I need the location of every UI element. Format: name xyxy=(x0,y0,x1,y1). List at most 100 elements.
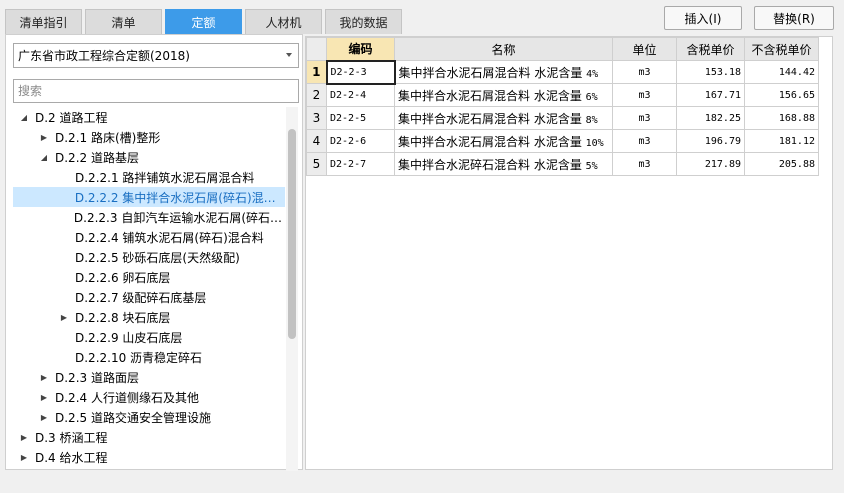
tab-labor-material-machine[interactable]: 人材机 xyxy=(245,9,322,34)
cell-code[interactable]: D2-2-6 xyxy=(326,129,395,153)
tree-node-label: D.2.2.10 沥青稳定碎石 xyxy=(75,350,203,365)
tree-node-label: D.2.3 道路面层 xyxy=(55,370,139,385)
column-header-price-notax[interactable]: 不含税单价 xyxy=(744,37,819,61)
tree-node[interactable]: D.2.2.6 卵石底层 xyxy=(13,267,285,287)
collapsed-arrow-icon[interactable]: ▶ xyxy=(39,372,49,382)
cell-price-tax[interactable]: 196.79 xyxy=(676,129,745,153)
collapsed-arrow-icon[interactable]: ▶ xyxy=(39,392,49,402)
tree-node[interactable]: ▶ D.2.3 道路面层 xyxy=(13,367,285,387)
tab-my-data[interactable]: 我的数据 xyxy=(325,9,402,34)
tab-quota[interactable]: 定额 xyxy=(165,9,242,34)
cell-price-notax[interactable]: 205.88 xyxy=(744,152,819,176)
cell-name-content: 5% xyxy=(585,160,598,172)
chevron-down-icon[interactable] xyxy=(286,53,292,57)
tab-bill[interactable]: 清单 xyxy=(85,9,162,34)
cell-price-notax[interactable]: 144.42 xyxy=(744,60,819,84)
cell-name-text: 集中拌合水泥石屑混合料 水泥含量 xyxy=(398,88,586,103)
cell-price-tax[interactable]: 153.18 xyxy=(676,60,745,84)
tree-node[interactable]: ◢ D.2 道路工程 xyxy=(13,107,285,127)
cell-name[interactable]: 集中拌合水泥石屑混合料 水泥含量 4% xyxy=(394,60,613,84)
tree-node[interactable]: D.2.2.5 砂砾石底层(天然级配) xyxy=(13,247,285,267)
tree-node[interactable]: ▶ D.2.4 人行道侧缘石及其他 xyxy=(13,387,285,407)
tab-bar: 清单指引 清单 定额 人材机 我的数据 xyxy=(5,9,402,34)
cell-price-tax[interactable]: 182.25 xyxy=(676,106,745,130)
quota-library-panel: 广东省市政工程综合定额(2018) ◢ D.2 道路工程 ▶ D.2.1 路床(槽)整… xyxy=(5,34,303,471)
search-input[interactable] xyxy=(13,79,299,103)
row-index: 3 xyxy=(306,106,327,130)
expanded-arrow-icon[interactable]: ◢ xyxy=(19,112,29,122)
table-row[interactable]: 3 D2-2-5 集中拌合水泥石屑混合料 水泥含量 8% m3 182.25 168.88 xyxy=(306,106,819,130)
collapsed-arrow-icon[interactable]: ▶ xyxy=(59,312,69,322)
tree-node[interactable]: D.2.2.7 级配碎石底基层 xyxy=(13,287,285,307)
cell-name-content: 4% xyxy=(586,68,599,80)
tree-node[interactable]: ▶ D.2.1 路床(槽)整形 xyxy=(13,127,285,147)
cell-price-notax[interactable]: 156.65 xyxy=(744,83,819,107)
tree-node[interactable]: D.2.2.1 路拌铺筑水泥石屑混合料 xyxy=(13,167,285,187)
cell-unit[interactable]: m3 xyxy=(612,129,677,153)
table-row[interactable]: 5 D2-2-7 集中拌合水泥碎石混合料 水泥含量 5% m3 217.89 205.88 xyxy=(306,152,819,176)
collapsed-arrow-icon[interactable]: ▶ xyxy=(19,452,29,462)
cell-code[interactable]: D2-2-3 xyxy=(325,59,396,85)
cell-price-notax[interactable]: 168.88 xyxy=(744,106,819,130)
tree-node[interactable]: ▶ D.2.2.8 块石底层 xyxy=(13,307,285,327)
cell-unit[interactable]: m3 xyxy=(612,60,677,84)
replace-button[interactable]: 替换(R) xyxy=(754,6,834,30)
column-header-unit[interactable]: 单位 xyxy=(612,37,677,61)
column-header-name[interactable]: 名称 xyxy=(394,37,613,61)
tree-node[interactable]: ◢ D.2.2 道路基层 xyxy=(13,147,285,167)
cell-name[interactable]: 集中拌合水泥石屑混合料 水泥含量 6% xyxy=(394,83,613,107)
tree-node[interactable]: D.2.2.10 沥青稳定碎石 xyxy=(13,347,285,367)
row-index: 1 xyxy=(306,60,327,84)
tree-node[interactable]: ▶ D.2.5 道路交通安全管理设施 xyxy=(13,407,285,427)
library-select[interactable]: 广东省市政工程综合定额(2018) xyxy=(13,43,299,68)
collapsed-arrow-icon[interactable]: ▶ xyxy=(19,432,29,442)
collapsed-arrow-icon[interactable]: ▶ xyxy=(39,132,49,142)
cell-unit[interactable]: m3 xyxy=(612,152,677,176)
tree-node[interactable]: D.2.2.3 自卸汽车运输水泥石屑(碎石)混合料 xyxy=(13,207,285,227)
quota-table-panel: 编码 名称 单位 含税单价 不含税单价 1 D2-2-3 集中拌合水泥石屑混合料 水… xyxy=(305,36,833,470)
insert-button[interactable]: 插入(I) xyxy=(664,6,742,30)
column-header-code[interactable]: 编码 xyxy=(326,37,395,61)
cell-price-tax[interactable]: 217.89 xyxy=(676,152,745,176)
cell-code[interactable]: D2-2-7 xyxy=(326,152,395,176)
cell-name[interactable]: 集中拌合水泥碎石混合料 水泥含量 5% xyxy=(394,152,613,176)
collapsed-arrow-icon[interactable]: ▶ xyxy=(39,412,49,422)
table-header-row: 编码 名称 单位 含税单价 不含税单价 xyxy=(306,37,819,61)
tree-node-label: D.2.4 人行道侧缘石及其他 xyxy=(55,390,199,405)
tree-node-label: D.2 道路工程 xyxy=(35,110,108,125)
cell-name-text: 集中拌合水泥碎石混合料 水泥含量 xyxy=(398,157,586,172)
library-select-value: 广东省市政工程综合定额(2018) xyxy=(18,49,190,63)
cell-name[interactable]: 集中拌合水泥石屑混合料 水泥含量 10% xyxy=(394,129,613,153)
expanded-arrow-icon[interactable]: ◢ xyxy=(39,152,49,162)
column-header-price-tax[interactable]: 含税单价 xyxy=(676,37,745,61)
tab-bill-guide[interactable]: 清单指引 xyxy=(5,9,82,34)
tree-node[interactable]: ▶ D.4 给水工程 xyxy=(13,447,285,467)
scrollbar-thumb[interactable] xyxy=(288,129,296,339)
tree-node[interactable]: D.2.2.4 铺筑水泥石屑(碎石)混合料 xyxy=(13,227,285,247)
tree-node[interactable]: D.2.2.9 山皮石底层 xyxy=(13,327,285,347)
cell-name-text: 集中拌合水泥石屑混合料 水泥含量 xyxy=(398,65,587,80)
cell-unit[interactable]: m3 xyxy=(612,83,677,107)
cell-price-tax[interactable]: 167.71 xyxy=(676,83,745,107)
tree-node-label: D.2.1 路床(槽)整形 xyxy=(55,130,161,145)
cell-code[interactable]: D2-2-5 xyxy=(326,106,395,130)
cell-name-content: 8% xyxy=(585,114,598,126)
cell-unit[interactable]: m3 xyxy=(612,106,677,130)
cell-name-content: 10% xyxy=(585,137,604,149)
tree-node-label: D.3 桥涵工程 xyxy=(35,430,108,445)
cell-price-notax[interactable]: 181.12 xyxy=(744,129,819,153)
tree-node-label: D.2.2.5 砂砾石底层(天然级配) xyxy=(75,250,240,265)
tree-node[interactable]: ▶ D.3 桥涵工程 xyxy=(13,427,285,447)
tree-node-label: D.2.2.2 集中拌合水泥石屑(碎石)混合料 xyxy=(74,190,285,205)
tree-node[interactable]: D.2.2.2 集中拌合水泥石屑(碎石)混合料 xyxy=(13,187,285,207)
tree-node-label: D.2.5 道路交通安全管理设施 xyxy=(55,410,211,425)
table-row[interactable]: 4 D2-2-6 集中拌合水泥石屑混合料 水泥含量 10% m3 196.79 181.1… xyxy=(306,129,819,153)
cell-code[interactable]: D2-2-4 xyxy=(326,83,395,107)
tree-scrollbar[interactable] xyxy=(286,107,298,471)
table-row[interactable]: 2 D2-2-4 集中拌合水泥石屑混合料 水泥含量 6% m3 167.71 156.65 xyxy=(306,83,819,107)
table-row[interactable]: 1 D2-2-3 集中拌合水泥石屑混合料 水泥含量 4% m3 153.18 144.42 xyxy=(306,59,819,85)
cell-name[interactable]: 集中拌合水泥石屑混合料 水泥含量 8% xyxy=(394,106,613,130)
